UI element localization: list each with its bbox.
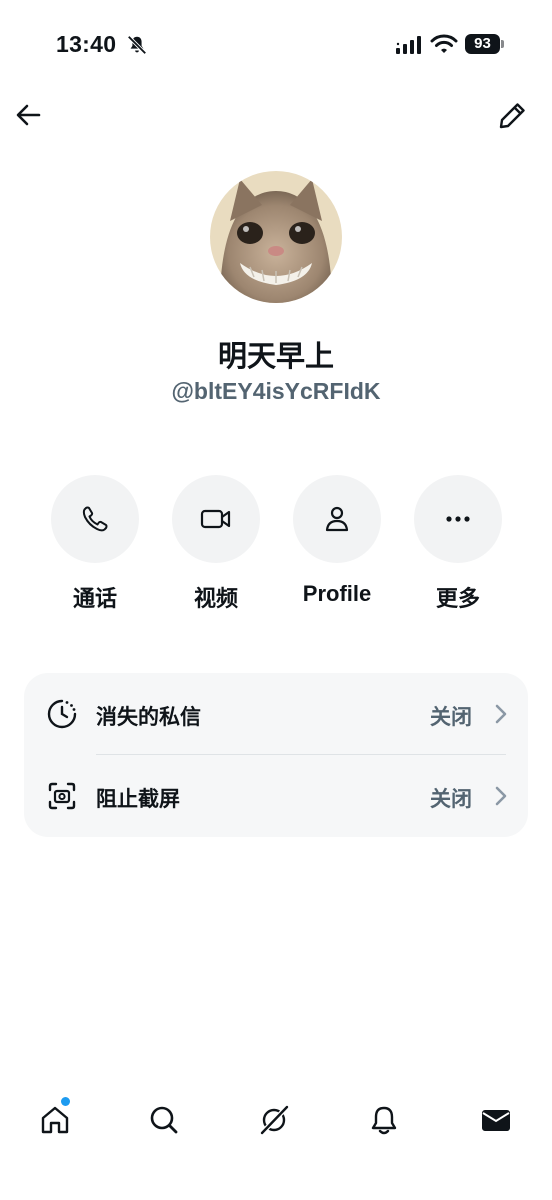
disappearing-messages-title: 消失的私信 [96, 706, 201, 729]
home-icon [41, 1106, 69, 1134]
battery-icon: 93 [465, 34, 505, 54]
block-screenshots-value: 关闭 [430, 788, 472, 811]
nav-grok[interactable] [254, 1100, 294, 1140]
video-camera-icon [200, 509, 231, 529]
nav-messages[interactable] [476, 1100, 516, 1140]
more-label: 更多 [435, 586, 480, 611]
block-screenshots-title: 阻止截屏 [96, 788, 180, 811]
bell-off-icon [127, 35, 147, 55]
arrow-left-icon[interactable] [12, 98, 46, 132]
video-action[interactable]: 视频 [172, 475, 260, 613]
pencil-icon[interactable] [496, 98, 530, 132]
more-action[interactable]: 更多 [414, 475, 502, 613]
timer-icon [47, 699, 77, 729]
block-screenshots-row[interactable]: 阻止截屏 关闭 [24, 755, 528, 837]
disappearing-messages-value: 关闭 [430, 706, 472, 729]
home-notification-dot [61, 1097, 70, 1106]
signal-icon [396, 36, 421, 54]
notifications-icon [371, 1106, 397, 1135]
wifi-icon [430, 34, 458, 53]
screenshot-block-icon [48, 782, 76, 810]
search-icon [150, 1106, 178, 1134]
avatar-image [210, 171, 342, 303]
more-button[interactable] [414, 475, 502, 563]
settings-card: 消失的私信 关闭 阻止截屏 关闭 [24, 673, 528, 837]
bottom-nav [0, 1090, 552, 1150]
call-button[interactable] [51, 475, 139, 563]
more-dots-icon [446, 516, 470, 522]
phone-icon [82, 506, 108, 532]
nav-search[interactable] [144, 1100, 184, 1140]
profile-action[interactable]: Profile [293, 475, 381, 607]
profile-label: Profile [302, 581, 372, 606]
video-button[interactable] [172, 475, 260, 563]
display-name: 明天早上 [217, 341, 334, 373]
video-label: 视频 [193, 586, 238, 611]
user-handle: @bltEY4isYcRFIdK [171, 378, 381, 404]
status-bar: 13:40 93 [0, 0, 552, 90]
battery-tip [501, 40, 504, 48]
messages-icon [482, 1110, 510, 1131]
avatar[interactable] [210, 171, 342, 303]
disappearing-messages-row[interactable]: 消失的私信 关闭 [24, 673, 528, 755]
profile-button[interactable] [293, 475, 381, 563]
nav-home[interactable] [35, 1100, 75, 1140]
nav-notifications[interactable] [364, 1100, 404, 1140]
battery-level: 93 [465, 34, 500, 54]
person-icon [325, 506, 349, 532]
chevron-right-icon [495, 704, 507, 724]
call-action[interactable]: 通话 [51, 475, 139, 613]
status-time: 13:40 [56, 31, 117, 57]
grok-icon [260, 1105, 289, 1135]
call-label: 通话 [72, 586, 117, 611]
chevron-right-icon [495, 786, 507, 806]
